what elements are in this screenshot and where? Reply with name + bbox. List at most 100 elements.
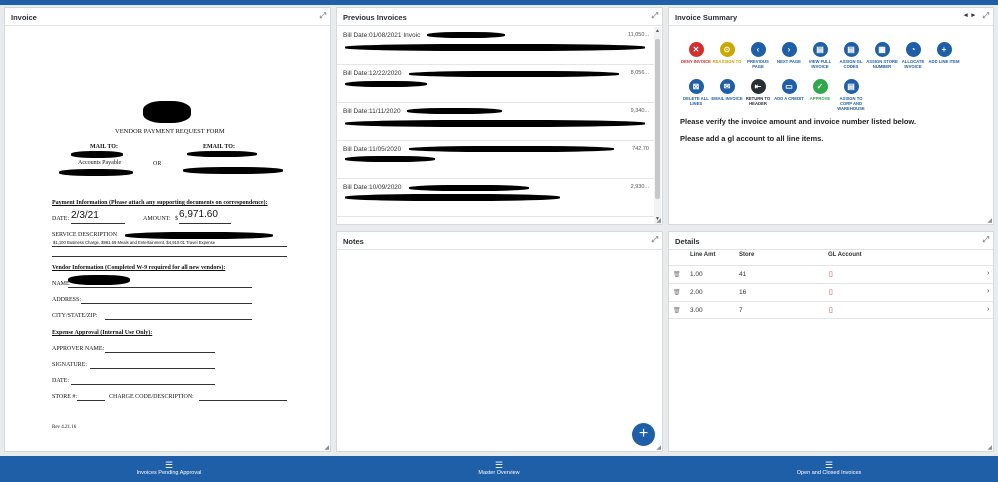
resize-handle-icon[interactable]: ◢ <box>656 217 661 224</box>
deny-invoice-button[interactable]: ✕ DENY INVOICE <box>679 42 713 64</box>
list-icon: ☰ <box>164 460 174 470</box>
next-page-button[interactable]: › NEXT PAGE <box>772 42 806 64</box>
redaction <box>409 185 529 191</box>
redaction <box>345 194 560 201</box>
store-cell: 7 <box>739 307 743 314</box>
redaction <box>183 167 283 174</box>
previous-invoice-amount: 742.70 <box>632 146 649 152</box>
expand-icon[interactable]: ⤢ <box>652 11 658 21</box>
notes-header: Notes ⤢ <box>337 232 662 250</box>
approve-button[interactable]: ✓ APPROVE <box>803 79 837 101</box>
table-row[interactable]: 🗑 3.00 7 ▯ › <box>669 301 993 319</box>
details-header: Details ⤢ <box>669 232 993 250</box>
previous-invoice-item[interactable]: Bill Date:11/11/2020 9,340... <box>337 103 655 141</box>
resize-handle-icon[interactable]: ◢ <box>324 444 329 451</box>
doc-expense-approval: Expense Approval (Internal Use Only): <box>52 330 153 336</box>
scrollbar-thumb[interactable] <box>655 39 660 199</box>
previous-invoice-item[interactable]: Bill Date:10/09/2020 2,930... <box>337 179 655 217</box>
previous-invoice-amount: 11,050... <box>628 32 649 38</box>
underline <box>71 384 215 385</box>
scrollbar[interactable]: ▲ ▼ <box>654 27 661 224</box>
resize-handle-icon[interactable]: ◢ <box>987 444 992 451</box>
nav-invoices-pending[interactable]: ☰ Invoices Pending Approval <box>94 460 244 477</box>
bottom-nav: ☰ Invoices Pending Approval ☰ Master Ove… <box>0 456 998 482</box>
chevron-right-icon[interactable]: › <box>987 270 989 277</box>
doc-rev: Rev 4.21.16 <box>52 425 77 430</box>
doc-accounts-payable: Accounts Payable <box>78 160 122 166</box>
document-icon: ▤ <box>843 79 859 94</box>
previous-invoice-label: Bill Date:01/08/2021 Invoic <box>343 32 421 39</box>
resize-handle-icon[interactable]: ◢ <box>987 217 992 224</box>
doc-date-value: 2/3/21 <box>71 210 99 221</box>
trash-icon[interactable]: 🗑 <box>673 307 681 314</box>
reassign-button[interactable]: ⊙ REASSIGN TO <box>710 42 744 64</box>
underline <box>199 400 287 401</box>
doc-or: OR <box>153 161 162 167</box>
invoice-panel: Invoice ⤢ VENDOR PAYMENT REQUEST FORM MA… <box>4 7 331 452</box>
redaction <box>345 120 645 127</box>
expand-icon[interactable]: ⤢ <box>983 235 989 245</box>
expand-icon[interactable]: ⤢ <box>983 11 989 21</box>
doc-approver-label: APPROVER NAME: <box>52 346 105 352</box>
underline <box>105 352 215 353</box>
assign-corp-warehouse-button[interactable]: ▤ ASSIGN TO CORP AND WAREHOUSE <box>834 79 868 111</box>
view-full-invoice-button[interactable]: ▤ VIEW FULL INVOICE <box>803 42 837 69</box>
doc-signature-label: SIGNATURE: <box>52 362 88 368</box>
invoice-summary-panel: Invoice Summary ◂▸ ⤢ ✕ DENY INVOICE ⊙ REAS… <box>668 7 994 225</box>
add-note-button[interactable]: + <box>632 423 655 446</box>
doc-payment-info: Payment Information (Please attach any s… <box>52 200 268 206</box>
plus-icon: + <box>936 42 952 57</box>
previous-invoice-item[interactable]: Bill Date:01/08/2021 Invoic 11,050... <box>337 27 655 65</box>
expand-icon[interactable]: ⤢ <box>320 11 326 21</box>
notes-title: Notes <box>343 237 364 246</box>
reassign-icon: ⊙ <box>719 42 735 57</box>
redaction <box>345 81 427 87</box>
underline <box>52 246 287 247</box>
trash-icon[interactable]: 🗑 <box>673 271 681 278</box>
return-to-header-button[interactable]: ⇤ RETURN TO HEADER <box>741 79 775 106</box>
previous-invoice-item[interactable]: Bill Date:12/22/2020 8,056... <box>337 65 655 103</box>
invoice-panel-title: Invoice <box>11 13 37 22</box>
invoice-document: VENDOR PAYMENT REQUEST FORM MAIL TO: EMA… <box>5 27 330 451</box>
redaction <box>68 275 130 285</box>
doc-city-label: CITY/STATE/ZIP: <box>52 313 98 319</box>
scroll-up-icon[interactable]: ▲ <box>655 28 660 34</box>
underline <box>81 303 252 304</box>
underline <box>71 223 125 224</box>
col-line-amt: Line Amt <box>690 252 716 258</box>
redaction <box>187 151 257 157</box>
next-arrow-icon[interactable]: ▸ <box>971 12 979 19</box>
invoice-summary-title: Invoice Summary <box>675 13 738 22</box>
doc-amount-label: AMOUNT: <box>143 216 171 222</box>
summary-nav: ◂▸ <box>964 11 979 19</box>
gl-missing-icon: ▯ <box>829 289 833 296</box>
assign-store-number-button[interactable]: ▦ ASSIGN STORE NUMBER <box>865 42 899 69</box>
assign-gl-codes-button[interactable]: ▤ ASSIGN GL CODES <box>834 42 868 69</box>
redaction <box>409 146 614 152</box>
previous-invoices-panel: Previous Invoices ⤢ Bill Date:01/08/2021… <box>336 7 663 225</box>
table-row[interactable]: 🗑 1.00 41 ▯ › <box>669 265 993 283</box>
previous-invoice-label: Bill Date:11/05/2020 <box>343 146 402 153</box>
details-title: Details <box>675 237 700 246</box>
email-invoice-button[interactable]: ✉ EMAIL INVOICE <box>710 79 744 101</box>
document-icon: ▤ <box>843 42 859 57</box>
col-gl-account: GL Account <box>828 252 862 258</box>
table-row[interactable]: 🗑 2.00 16 ▯ › <box>669 283 993 301</box>
doc-vendor-info: Vendor Information (Completed W-9 requir… <box>52 265 226 271</box>
add-line-item-button[interactable]: + ADD LINE ITEM <box>927 42 961 64</box>
previous-page-button[interactable]: ‹ PREVIOUS PAGE <box>741 42 775 69</box>
expand-icon[interactable]: ⤢ <box>652 235 658 245</box>
previous-invoice-item[interactable]: Bill Date:11/05/2020 742.70 <box>337 141 655 179</box>
line-amt-cell: 2.00 <box>690 289 703 296</box>
resize-handle-icon[interactable]: ◢ <box>656 444 661 451</box>
chevron-right-icon[interactable]: › <box>987 306 989 313</box>
nav-master-overview[interactable]: ☰ Master Overview <box>424 461 574 477</box>
trash-icon[interactable]: 🗑 <box>673 289 681 296</box>
store-cell: 41 <box>739 271 747 278</box>
delete-all-lines-button[interactable]: ⊠ DELETE ALL LINES <box>679 79 713 106</box>
allocate-invoice-button[interactable]: ◔ ALLOCATE INVOICE <box>896 42 930 69</box>
add-credit-button[interactable]: ▭ ADD A CREDIT <box>772 79 806 101</box>
chevron-right-icon[interactable]: › <box>987 288 989 295</box>
doc-charge-label: CHARGE CODE/DESCRIPTION: <box>109 394 194 400</box>
nav-open-closed[interactable]: ☰ Open and Closed Invoices <box>754 461 904 477</box>
